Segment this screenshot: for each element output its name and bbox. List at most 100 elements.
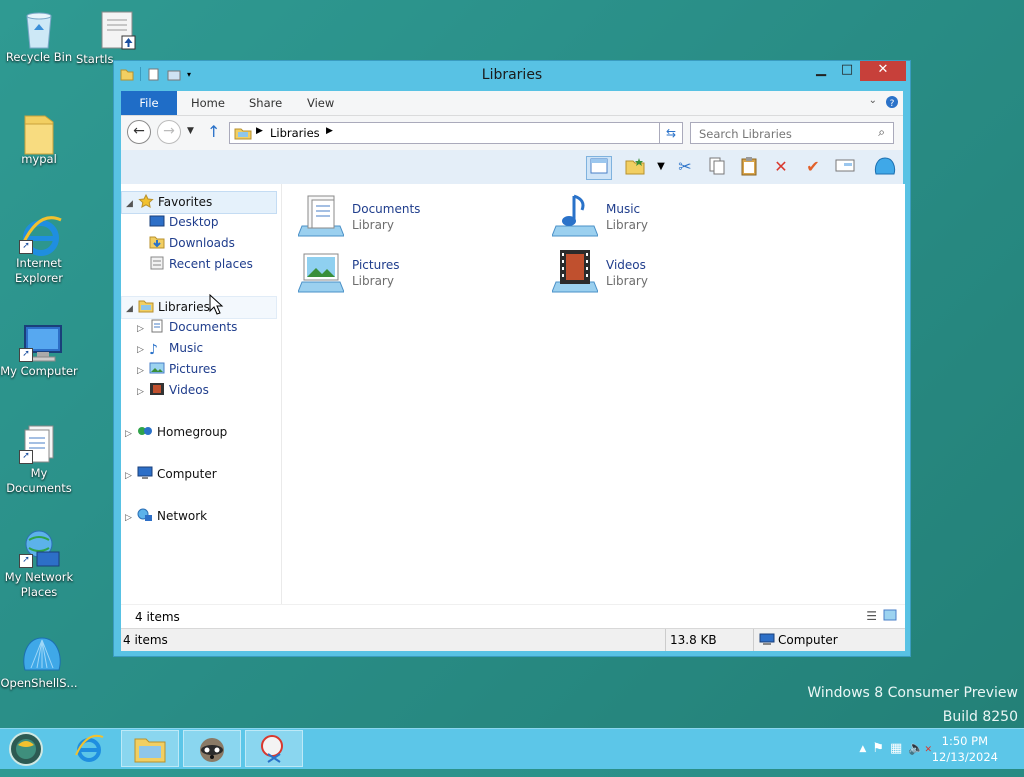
recent-locations-icon[interactable]: ▼ (187, 126, 194, 136)
new-folder-icon[interactable] (623, 156, 647, 178)
chevron-right-icon[interactable]: ▷ (125, 508, 137, 529)
copy-icon[interactable] (705, 156, 729, 178)
title-bar[interactable]: ▾ Libraries ▁ □ ✕ (114, 61, 910, 89)
tab-home[interactable]: Home (191, 91, 225, 115)
show-hidden-icons-icon[interactable]: ▲ (859, 741, 866, 757)
nav-computer[interactable]: ▷ Computer (125, 464, 217, 485)
library-music[interactable]: Music Library (551, 190, 792, 240)
document-icon (100, 10, 140, 50)
chevron-down-icon[interactable]: ◢ (122, 194, 138, 215)
shell-icon (19, 634, 61, 674)
nav-pictures[interactable]: ▷ Pictures (137, 359, 217, 380)
cut-icon[interactable]: ✂ (673, 156, 697, 178)
maximize-button[interactable]: □ (834, 61, 860, 81)
libraries-icon (138, 299, 154, 313)
network-icon (137, 508, 153, 522)
nav-desktop[interactable]: Desktop (149, 212, 219, 233)
nav-network[interactable]: ▷ Network (125, 506, 207, 527)
paste-icon[interactable] (737, 156, 761, 178)
back-button[interactable]: ← (127, 120, 151, 144)
desktop-icon-openshell[interactable]: OpenShellS... (0, 634, 79, 691)
raccoon-icon (200, 738, 224, 762)
preview-pane-icon[interactable] (586, 156, 612, 180)
chevron-right-icon[interactable]: ▷ (137, 319, 149, 340)
shell-icon[interactable] (873, 156, 897, 178)
system-tray: ▲ ⚑ ▦ 🔈✕ (859, 741, 932, 757)
documents-icon: ➚ (19, 424, 59, 464)
nav-music[interactable]: ▷ ♪ Music (137, 338, 203, 359)
taskbar-raccoon-app[interactable] (183, 730, 241, 767)
internet-explorer-icon: ➚ (19, 214, 62, 256)
chevron-right-icon[interactable]: ▷ (137, 361, 149, 382)
minimize-button[interactable]: ▁ (808, 61, 834, 81)
chevron-right-icon[interactable]: ▷ (137, 340, 149, 361)
chevron-right-icon[interactable]: ▷ (125, 424, 137, 445)
close-button[interactable]: ✕ (860, 61, 906, 81)
desktop-icon-my-network-places[interactable]: ➚ My Network Places (0, 528, 79, 600)
library-documents[interactable]: Documents Library (297, 190, 538, 240)
up-arrow-icon[interactable]: ↑ (207, 122, 220, 141)
taskbar-snipping-tool[interactable] (245, 730, 303, 767)
nav-documents[interactable]: ▷ Documents (137, 317, 237, 338)
desktop-icon-recycle-bin[interactable]: Recycle Bin (0, 8, 79, 65)
tab-share[interactable]: Share (249, 91, 282, 115)
breadcrumb-libraries[interactable]: Libraries (270, 126, 320, 140)
rename-check-icon[interactable]: ✔ (801, 156, 825, 178)
nav-homegroup[interactable]: ▷ Homegroup (125, 422, 227, 443)
explorer-window: ▾ Libraries ▁ □ ✕ File Home Share View ⌄… (113, 60, 911, 657)
library-name: Pictures (352, 258, 400, 272)
nav-recent-places[interactable]: Recent places (149, 254, 253, 275)
status-bar: 4 items 13.8 KB Computer (121, 628, 905, 651)
chevron-right-icon[interactable]: ▶ (256, 126, 263, 136)
volume-muted-icon[interactable]: 🔈✕ (908, 741, 932, 757)
help-icon[interactable]: ? (885, 95, 899, 112)
desktop-icon-startis[interactable]: StartIs (76, 10, 136, 67)
tab-view[interactable]: View (307, 91, 334, 115)
chevron-down-icon[interactable]: ▼ (649, 156, 673, 178)
library-pictures[interactable]: Pictures Library (297, 246, 538, 296)
nav-favorites[interactable]: ◢ Favorites (121, 191, 277, 214)
desktop-icon-internet-explorer[interactable]: ➚ Internet Explorer (0, 214, 79, 286)
nav-libraries[interactable]: ◢ Libraries (121, 296, 277, 319)
window-title: Libraries (481, 67, 543, 83)
desktop-icon-label: My Computer (0, 364, 78, 378)
desktop-icon-my-computer[interactable]: ➚ My Computer (0, 322, 79, 379)
desktop-icon-mypal[interactable]: mypal (0, 110, 79, 167)
taskbar-clock[interactable]: 1:50 PM 12/13/2024 (932, 733, 998, 765)
folder-icon (134, 738, 166, 763)
chevron-down-icon[interactable]: ◢ (122, 299, 138, 320)
nav-videos[interactable]: ▷ Videos (137, 380, 209, 401)
chevron-right-icon[interactable]: ▶ (326, 126, 333, 136)
recycle-bin-icon (19, 8, 59, 49)
svg-text:?: ? (890, 99, 895, 109)
forward-button[interactable]: → (157, 120, 181, 144)
delete-icon[interactable]: ✕ (769, 156, 793, 178)
watermark-line1: Windows 8 Consumer Preview (807, 685, 1018, 701)
chevron-right-icon[interactable]: ▷ (125, 466, 137, 487)
tab-file[interactable]: File (121, 91, 177, 115)
library-videos[interactable]: Videos Library (551, 246, 792, 296)
taskbar-file-explorer[interactable] (121, 730, 179, 767)
chevron-right-icon[interactable]: ▷ (137, 382, 149, 403)
large-icons-view-icon[interactable] (883, 609, 897, 624)
clock-date: 12/13/2024 (931, 750, 998, 764)
start-button[interactable] (8, 731, 44, 767)
desktop-icon-label: Recycle Bin (5, 50, 73, 64)
properties-icon[interactable] (833, 156, 857, 178)
expand-ribbon-icon[interactable]: ⌄ (869, 95, 877, 112)
details-view-icon[interactable]: ☰ (866, 609, 877, 623)
internet-explorer-icon (75, 734, 104, 762)
desktop-icon-my-documents[interactable]: ➚ My Documents (0, 424, 79, 496)
address-bar[interactable]: ▶ Libraries ▶ ▼ (229, 122, 681, 144)
network-status-icon[interactable]: ▦ (890, 741, 902, 757)
desktop-icon-label: My Network Places (4, 570, 74, 599)
network-icon: ➚ (19, 528, 60, 568)
search-input[interactable] (697, 124, 871, 144)
refresh-button[interactable]: ⇆ (659, 122, 683, 144)
nav-downloads[interactable]: Downloads (149, 233, 235, 254)
action-center-flag-icon[interactable]: ⚑ (872, 741, 884, 757)
search-icon[interactable]: ⌕ (878, 125, 885, 140)
status-location: Computer (778, 633, 838, 647)
status-item-count: 4 items (123, 633, 168, 647)
taskbar-internet-explorer[interactable] (60, 730, 118, 767)
